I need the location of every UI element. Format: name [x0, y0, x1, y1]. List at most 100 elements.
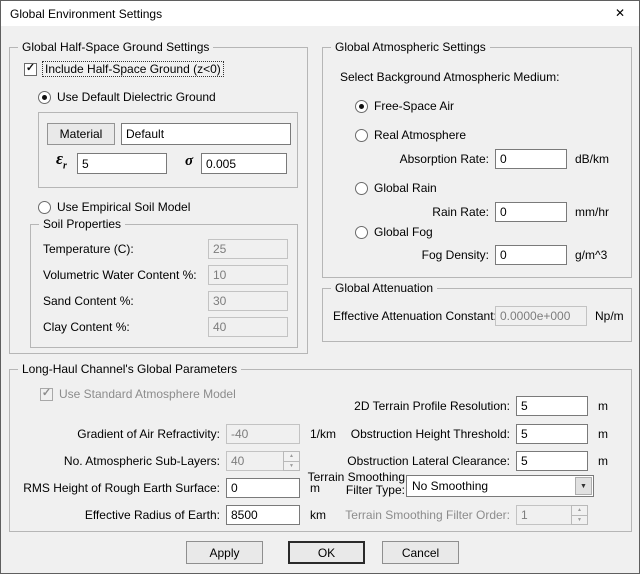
group-ground-settings: Global Half-Space Ground Settings ✓ Incl… — [9, 47, 308, 354]
group-atmospheric-settings: Global Atmospheric Settings Select Backg… — [322, 47, 632, 278]
radio-circle-icon — [355, 100, 368, 113]
absorption-rate-label: Absorption Rate: — [323, 152, 489, 167]
window-title: Global Environment Settings — [10, 7, 162, 21]
cancel-button[interactable]: Cancel — [382, 541, 459, 564]
radio-circle-icon — [38, 201, 51, 214]
rain-rate-input[interactable] — [495, 202, 567, 222]
radio-default-dielectric-label: Use Default Dielectric Ground — [57, 90, 216, 104]
soil-water-content-input — [208, 265, 288, 285]
smoothing-type-dropdown[interactable]: No Smoothing ▼ — [406, 475, 594, 497]
group-atmospheric-title: Global Atmospheric Settings — [331, 40, 490, 54]
obstruction-clearance-label: Obstruction Lateral Clearance: — [300, 454, 510, 469]
spinner-down-icon: ▼ — [571, 516, 588, 526]
terrain-resolution-label: 2D Terrain Profile Resolution: — [300, 399, 510, 414]
rain-rate-label: Rain Rate: — [323, 205, 489, 220]
radio-circle-icon — [38, 91, 51, 104]
group-longhaul-title: Long-Haul Channel's Global Parameters — [18, 362, 241, 376]
attenuation-constant-unit: Np/m — [595, 309, 624, 324]
permittivity-input[interactable] — [77, 153, 167, 174]
soil-water-content-label: Volumetric Water Content %: — [43, 268, 197, 283]
include-halfspace-checkbox[interactable]: ✓ Include Half-Space Ground (z<0) — [24, 62, 223, 76]
apply-button[interactable]: Apply — [186, 541, 263, 564]
check-icon: ✓ — [26, 63, 35, 74]
soil-sand-content-label: Sand Content %: — [43, 294, 134, 309]
soil-temperature-label: Temperature (C): — [43, 242, 134, 257]
atmospheric-subtitle: Select Background Atmospheric Medium: — [340, 70, 559, 85]
radio-empirical-soil[interactable]: Use Empirical Soil Model — [38, 200, 190, 214]
close-icon: ✕ — [615, 6, 625, 20]
absorption-rate-input[interactable] — [495, 149, 567, 169]
rms-height-label: RMS Height of Rough Earth Surface: — [10, 481, 220, 496]
std-atmosphere-checkbox: ✓ Use Standard Atmosphere Model — [40, 387, 236, 401]
group-global-attenuation: Global Attenuation Effective Attenuation… — [322, 288, 632, 342]
rain-rate-unit: mm/hr — [575, 205, 609, 220]
epsilon-sub-glyph: r — [63, 160, 67, 171]
obstruction-clearance-unit: m — [598, 454, 608, 469]
fog-density-unit: g/m^3 — [575, 248, 607, 263]
radio-global-rain-label: Global Rain — [374, 181, 437, 195]
checkbox-box-icon: ✓ — [24, 63, 37, 76]
gradient-refractivity-input — [226, 424, 300, 444]
group-soil-title: Soil Properties — [39, 217, 125, 231]
spinner-up-icon: ▲ — [283, 451, 300, 462]
terrain-resolution-input[interactable] — [516, 396, 588, 416]
group-ground-title: Global Half-Space Ground Settings — [18, 40, 213, 54]
earth-radius-input[interactable] — [226, 505, 300, 525]
radio-global-fog-label: Global Fog — [374, 225, 433, 239]
epsilon-glyph: ε — [56, 149, 63, 168]
sigma-symbol: σ — [185, 153, 193, 170]
ok-button[interactable]: OK — [288, 541, 365, 564]
group-soil-properties: Soil Properties Temperature (C): Volumet… — [30, 224, 298, 348]
radio-default-dielectric[interactable]: Use Default Dielectric Ground — [38, 90, 216, 104]
obstruction-height-input[interactable] — [516, 424, 588, 444]
radio-global-fog[interactable]: Global Fog — [355, 225, 433, 239]
fog-density-input[interactable] — [495, 245, 567, 265]
radio-dot-icon — [42, 95, 47, 100]
close-button[interactable]: ✕ — [601, 1, 639, 26]
checkbox-box-icon: ✓ — [40, 388, 53, 401]
radio-real-atmosphere[interactable]: Real Atmosphere — [355, 128, 466, 142]
smoothing-order-label: Terrain Smoothing Filter Order: — [300, 508, 510, 523]
std-atmosphere-label: Use Standard Atmosphere Model — [59, 387, 236, 401]
soil-clay-content-input — [208, 317, 288, 337]
radio-circle-icon — [355, 226, 368, 239]
check-icon: ✓ — [42, 388, 51, 399]
obstruction-clearance-input[interactable] — [516, 451, 588, 471]
sublayers-spinner: ▲ ▼ — [283, 451, 300, 471]
group-longhaul-parameters: Long-Haul Channel's Global Parameters ✓ … — [9, 369, 632, 532]
global-environment-settings-dialog: Global Environment Settings ✕ Global Hal… — [0, 0, 640, 574]
group-attenuation-title: Global Attenuation — [331, 281, 437, 295]
sublayers-label: No. Atmospheric Sub-Layers: — [10, 454, 220, 469]
material-button[interactable]: Material — [47, 123, 115, 145]
titlebar[interactable]: Global Environment Settings ✕ — [1, 1, 639, 26]
radio-circle-icon — [355, 129, 368, 142]
radio-free-space-air[interactable]: Free-Space Air — [355, 99, 454, 113]
epsilon-r-symbol: εr — [56, 149, 67, 171]
material-input[interactable] — [121, 123, 291, 145]
radio-global-rain[interactable]: Global Rain — [355, 181, 437, 195]
conductivity-input[interactable] — [201, 153, 287, 174]
soil-clay-content-label: Clay Content %: — [43, 320, 130, 335]
radio-circle-icon — [355, 182, 368, 195]
attenuation-constant-input — [495, 306, 587, 326]
obstruction-height-unit: m — [598, 427, 608, 442]
radio-real-atmosphere-label: Real Atmosphere — [374, 128, 466, 142]
dropdown-arrow-icon[interactable]: ▼ — [575, 477, 592, 495]
dielectric-panel: Material εr σ — [38, 112, 298, 188]
obstruction-height-label: Obstruction Height Threshold: — [300, 427, 510, 442]
absorption-rate-unit: dB/km — [575, 152, 609, 167]
include-halfspace-label: Include Half-Space Ground (z<0) — [43, 62, 223, 76]
smoothing-order-spinner: ▲ ▼ — [571, 505, 588, 525]
spinner-up-icon: ▲ — [571, 505, 588, 516]
radio-empirical-soil-label: Use Empirical Soil Model — [57, 200, 190, 214]
fog-density-label: Fog Density: — [323, 248, 489, 263]
gradient-refractivity-label: Gradient of Air Refractivity: — [10, 427, 220, 442]
radio-free-space-air-label: Free-Space Air — [374, 99, 454, 113]
smoothing-type-value: No Smoothing — [412, 479, 488, 493]
terrain-resolution-unit: m — [598, 399, 608, 414]
soil-temperature-input — [208, 239, 288, 259]
soil-sand-content-input — [208, 291, 288, 311]
rms-height-input[interactable] — [226, 478, 300, 498]
attenuation-constant-label: Effective Attenuation Constant: — [333, 309, 497, 324]
earth-radius-label: Effective Radius of Earth: — [10, 508, 220, 523]
